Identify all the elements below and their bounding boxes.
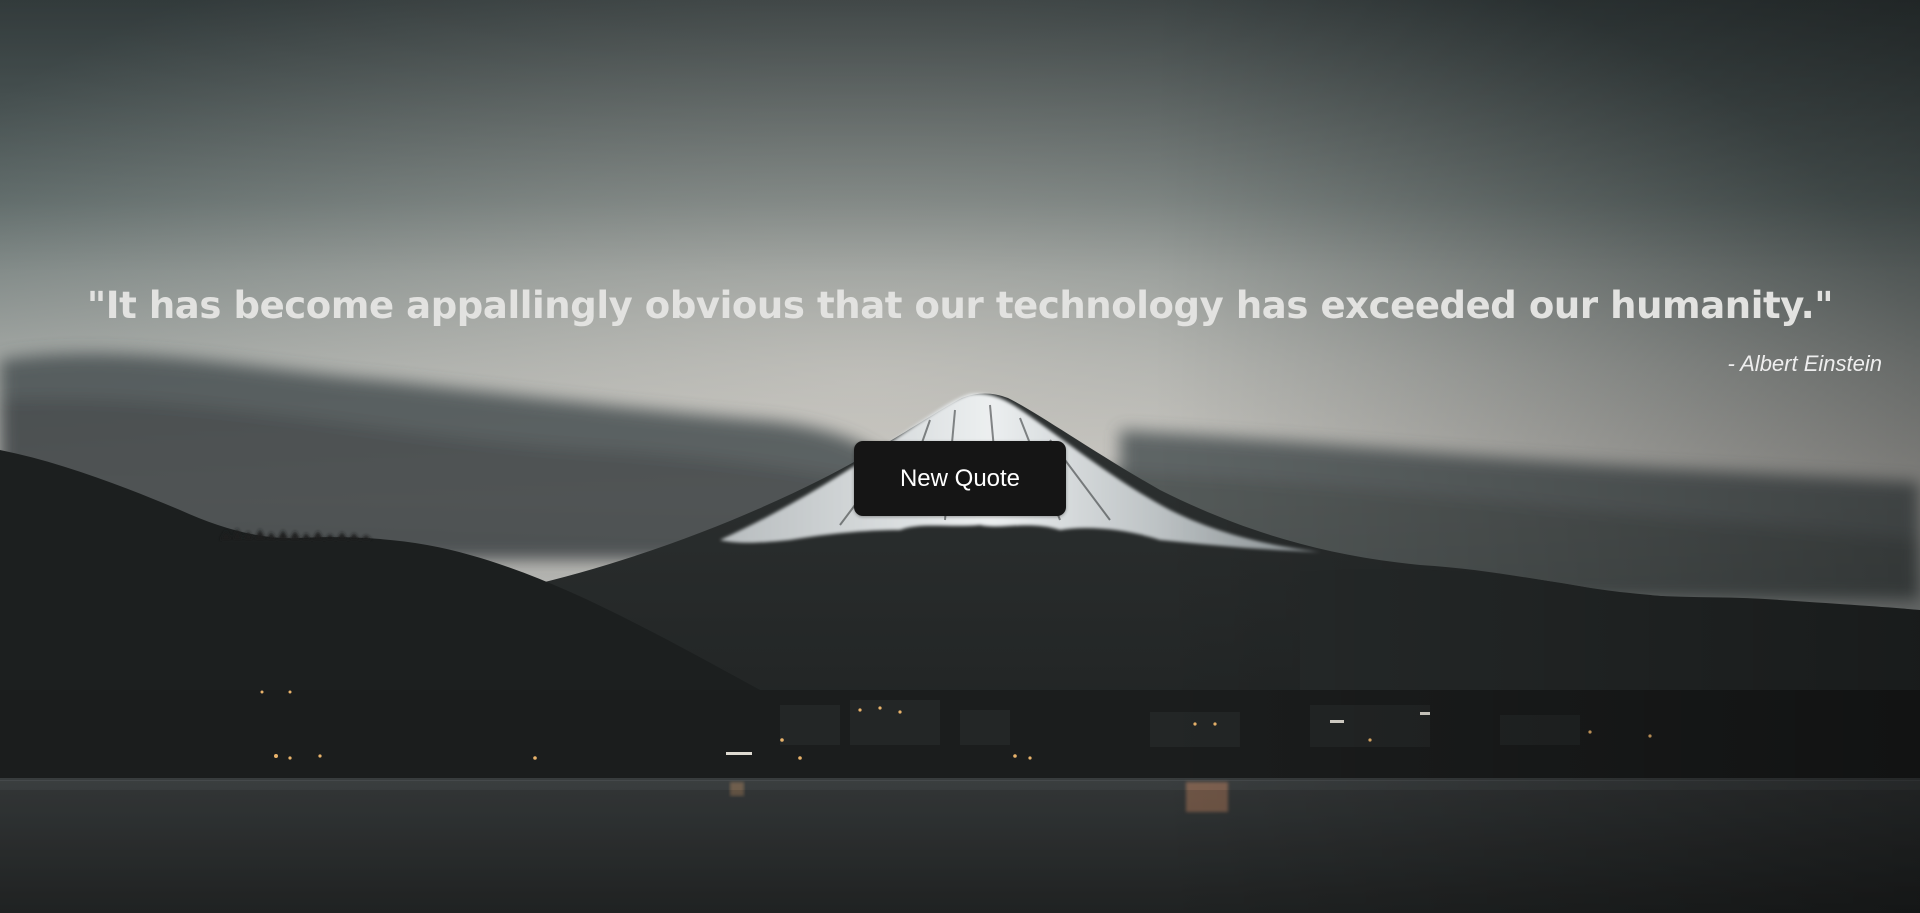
new-quote-button[interactable]: New Quote xyxy=(854,441,1066,516)
quote-text: "It has become appallingly obvious that … xyxy=(86,284,1834,327)
quote-author: - Albert Einstein xyxy=(1727,351,1882,376)
quote-container: "It has become appallingly obvious that … xyxy=(0,0,1920,913)
app-root: "It has become appallingly obvious that … xyxy=(0,0,1920,913)
